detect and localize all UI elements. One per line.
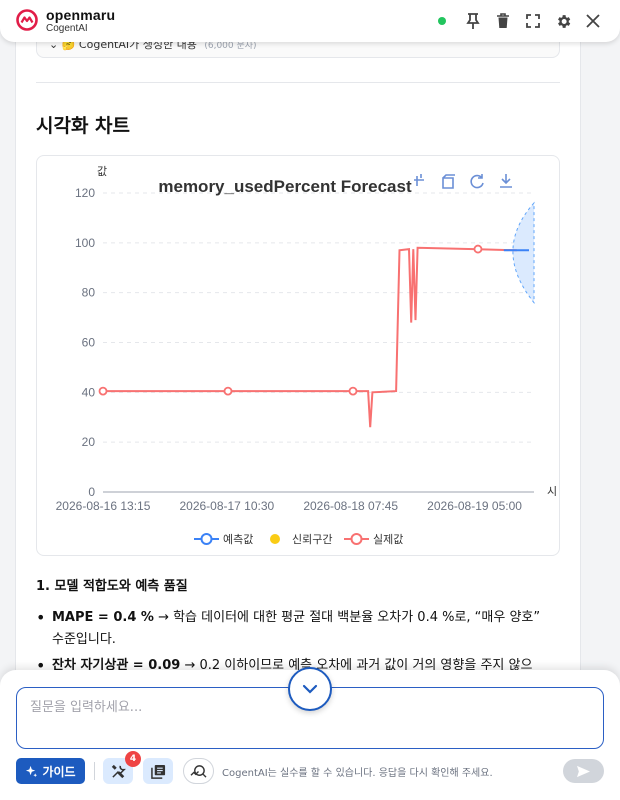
y-tick-label: 20 [82, 435, 96, 449]
library-icon [150, 764, 165, 779]
bullet-mape: MAPE = 0.4 % → 학습 데이터에 대한 평균 절대 백분율 오차가 … [36, 607, 546, 651]
legend-marker [350, 533, 363, 545]
guide-label: 가이드 [42, 764, 76, 779]
openmaru-logo-icon [16, 9, 38, 31]
zoom-icon[interactable] [414, 174, 424, 186]
collapsed-meta: (6,000 문자) [204, 41, 257, 51]
status-indicator [438, 17, 446, 25]
analyze-icon [190, 764, 207, 778]
trash-icon[interactable] [494, 12, 512, 30]
y-tick-label: 80 [82, 286, 96, 300]
legend-label: 신뢰구간 [292, 533, 332, 546]
y-axis-label: 값 [97, 165, 107, 178]
y-tick-label: 100 [75, 236, 95, 250]
bullet-mape-bold: MAPE = 0.4 % [52, 610, 154, 625]
y-tick-label: 120 [75, 186, 95, 200]
x-axis-label: 시 [547, 485, 557, 498]
message-content: ⌄ 🤔 CogentAI가 생성한 내용 (6,000 문자) 시각화 차트 0… [15, 0, 581, 680]
actual-series-point [98, 386, 108, 396]
guide-button[interactable]: 가이드 [16, 758, 85, 784]
close-icon[interactable] [584, 12, 602, 30]
zoom-icon-glyph [414, 174, 424, 186]
tools-count-badge: 4 [125, 751, 141, 767]
download-icon[interactable] [500, 174, 512, 188]
download-icon-glyph [500, 174, 512, 188]
actual-series-line [103, 246, 517, 428]
legend-marker [270, 534, 280, 544]
scroll-down-button[interactable] [288, 667, 332, 711]
legend-label: 예측값 [223, 533, 253, 546]
chart-title: memory_usedPercent Forecast [158, 177, 412, 196]
chart-card: 0 20 40 60 80 100 120 2026-08-16 13:15 2026-08-1… [36, 155, 560, 556]
legend-marker [200, 533, 213, 545]
restore-icon-glyph [470, 174, 484, 189]
section-title: 시각화 차트 [36, 115, 131, 137]
tools-icon [111, 764, 126, 778]
sparkle-icon [26, 765, 38, 777]
toolbar-divider [94, 762, 95, 780]
y-tick-label: 40 [82, 385, 96, 399]
zoom-reset-icon[interactable] [442, 174, 455, 189]
send-icon [577, 765, 590, 777]
legend-label: 실제값 [373, 533, 403, 546]
gear-icon[interactable] [554, 12, 572, 30]
x-tick-label: 2026-08-16 13:15 [56, 499, 151, 513]
expand-icon[interactable] [524, 12, 542, 30]
tools-button[interactable]: 4 [103, 751, 141, 784]
header-actions [438, 9, 602, 33]
forecast-chart: 0 20 40 60 80 100 120 2026-08-16 13:15 2026-08-1… [56, 165, 558, 546]
brand: openmaru CogentAI [46, 8, 115, 35]
header-bar: openmaru CogentAI [0, 0, 620, 42]
actual-series-point [223, 386, 233, 396]
actual-series-point [348, 386, 358, 396]
point-heading: 1. 모델 적합도와 예측 품질 [36, 579, 188, 594]
divider [36, 82, 560, 83]
send-button[interactable] [563, 759, 604, 783]
y-tick-label: 60 [82, 336, 96, 350]
x-tick-label: 2026-08-18 07:45 [303, 499, 398, 513]
composer-toolbar: 가이드 4 CogentAI는 실수를 할 수 있습니다. 응답을 다시 확인해… [0, 751, 620, 786]
restore-icon[interactable] [470, 174, 484, 189]
brand-name: openmaru [46, 7, 116, 23]
assistant-panel: openmaru CogentAI ⌄ 🤔 CogentAI가 생성한 내용 (… [0, 0, 620, 800]
y-tick-label: 0 [88, 485, 95, 499]
library-button[interactable] [143, 758, 173, 784]
x-tick-label: 2026-08-19 05:00 [427, 499, 522, 513]
actual-series-point [473, 244, 483, 254]
analyze-button[interactable] [183, 758, 214, 784]
confidence-band [512, 201, 535, 305]
disclaimer: CogentAI는 실수를 할 수 있습니다. 응답을 다시 확인해 주세요. [222, 768, 493, 779]
x-tick-label: 2026-08-17 10:30 [179, 499, 274, 513]
chevron-down-icon [302, 684, 318, 694]
pin-icon[interactable] [464, 12, 482, 30]
zoom-reset-icon-glyph [442, 174, 455, 189]
brand-subtitle: CogentAI [46, 23, 88, 34]
